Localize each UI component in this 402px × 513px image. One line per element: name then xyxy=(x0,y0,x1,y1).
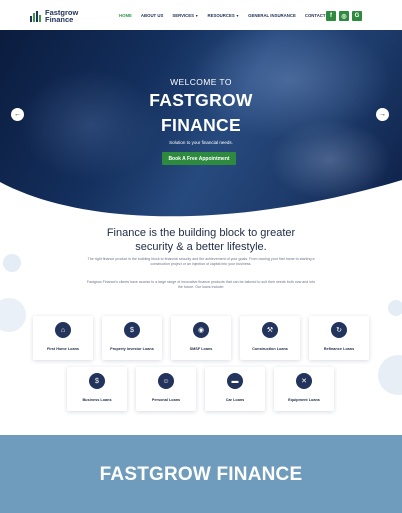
instagram-icon[interactable]: ◎ xyxy=(339,11,349,21)
hero-title-line1: FASTGROW xyxy=(149,90,253,110)
chevron-down-icon: ▼ xyxy=(195,14,199,18)
equipment-icon: ✕ xyxy=(296,373,312,389)
decor-bubble xyxy=(3,254,21,272)
refinance-icon: ↻ xyxy=(331,322,347,338)
nav-services[interactable]: SERVICES▼ xyxy=(172,13,198,18)
construction-icon: ⚒ xyxy=(262,322,278,338)
arrow-right-icon[interactable]: → xyxy=(376,108,389,121)
loan-card-construction[interactable]: ⚒ Construction Loans xyxy=(240,316,300,360)
decor-bubble xyxy=(0,298,26,332)
book-appointment-button[interactable]: Book A Free Appointment xyxy=(162,152,236,165)
facebook-icon[interactable]: f xyxy=(326,11,336,21)
car-icon: ▬ xyxy=(227,373,243,389)
chevron-down-icon: ▼ xyxy=(235,14,240,18)
hero-welcome: WELCOME TO xyxy=(170,77,232,87)
nav-general-insurance[interactable]: GENERAL INSURANCE xyxy=(248,13,296,18)
website-frame: Fastgrow Finance HOME ABOUT US SERVICES▼… xyxy=(0,0,402,435)
logo-bars-icon xyxy=(30,10,42,22)
loan-card-business[interactable]: $ Business Loans xyxy=(67,367,127,411)
hero-title-line2: FINANCE xyxy=(161,115,241,135)
business-icon: $ xyxy=(89,373,105,389)
logo[interactable]: Fastgrow Finance xyxy=(30,9,78,23)
property-investment-icon: $ xyxy=(124,322,140,338)
main-nav: HOME ABOUT US SERVICES▼ RESOURCES▼ GENER… xyxy=(119,13,342,18)
intro-paragraph-2: Fastgrow Finance's clients have access t… xyxy=(86,280,316,290)
google-icon[interactable]: G xyxy=(352,11,362,21)
loan-card-first-home[interactable]: ⌂ First Home Loans xyxy=(33,316,93,360)
smsf-icon: ◉ xyxy=(193,322,209,338)
intro-headline: Finance is the building block to greater… xyxy=(106,227,296,253)
loan-card-car[interactable]: ▬ Car Loans xyxy=(205,367,265,411)
loan-card-equipment[interactable]: ✕ Equipment Loans xyxy=(274,367,334,411)
loan-card-personal[interactable]: ☺ Personal Loans xyxy=(136,367,196,411)
loan-card-smsf[interactable]: ◉ SMSF Loans xyxy=(171,316,231,360)
site-header: Fastgrow Finance HOME ABOUT US SERVICES▼… xyxy=(0,0,402,30)
arrow-left-icon[interactable]: ← xyxy=(11,108,24,121)
intro-paragraph-1: The right finance product is the buildin… xyxy=(87,257,315,267)
logo-line2: Finance xyxy=(45,15,74,24)
personal-icon: ☺ xyxy=(158,373,174,389)
hero-tagline: Solution to your financial needs. xyxy=(169,140,233,145)
banner-title: FASTGROW FINANCE xyxy=(99,464,303,485)
nav-about-us[interactable]: ABOUT US xyxy=(141,13,163,18)
caption-banner: FASTGROW FINANCE xyxy=(0,435,402,513)
decor-bubble xyxy=(388,300,402,316)
decor-bubble xyxy=(378,355,402,395)
loan-card-refinance[interactable]: ↻ Refinance Loans xyxy=(309,316,369,360)
nav-resources[interactable]: RESOURCES▼ xyxy=(207,13,239,18)
nav-home[interactable]: HOME xyxy=(119,13,132,18)
loan-card-property-investor[interactable]: $ Property Investor Loans xyxy=(102,316,162,360)
house-icon: ⌂ xyxy=(55,322,71,338)
hero-slider: WELCOME TO FASTGROW FINANCE Solution to … xyxy=(0,30,402,220)
